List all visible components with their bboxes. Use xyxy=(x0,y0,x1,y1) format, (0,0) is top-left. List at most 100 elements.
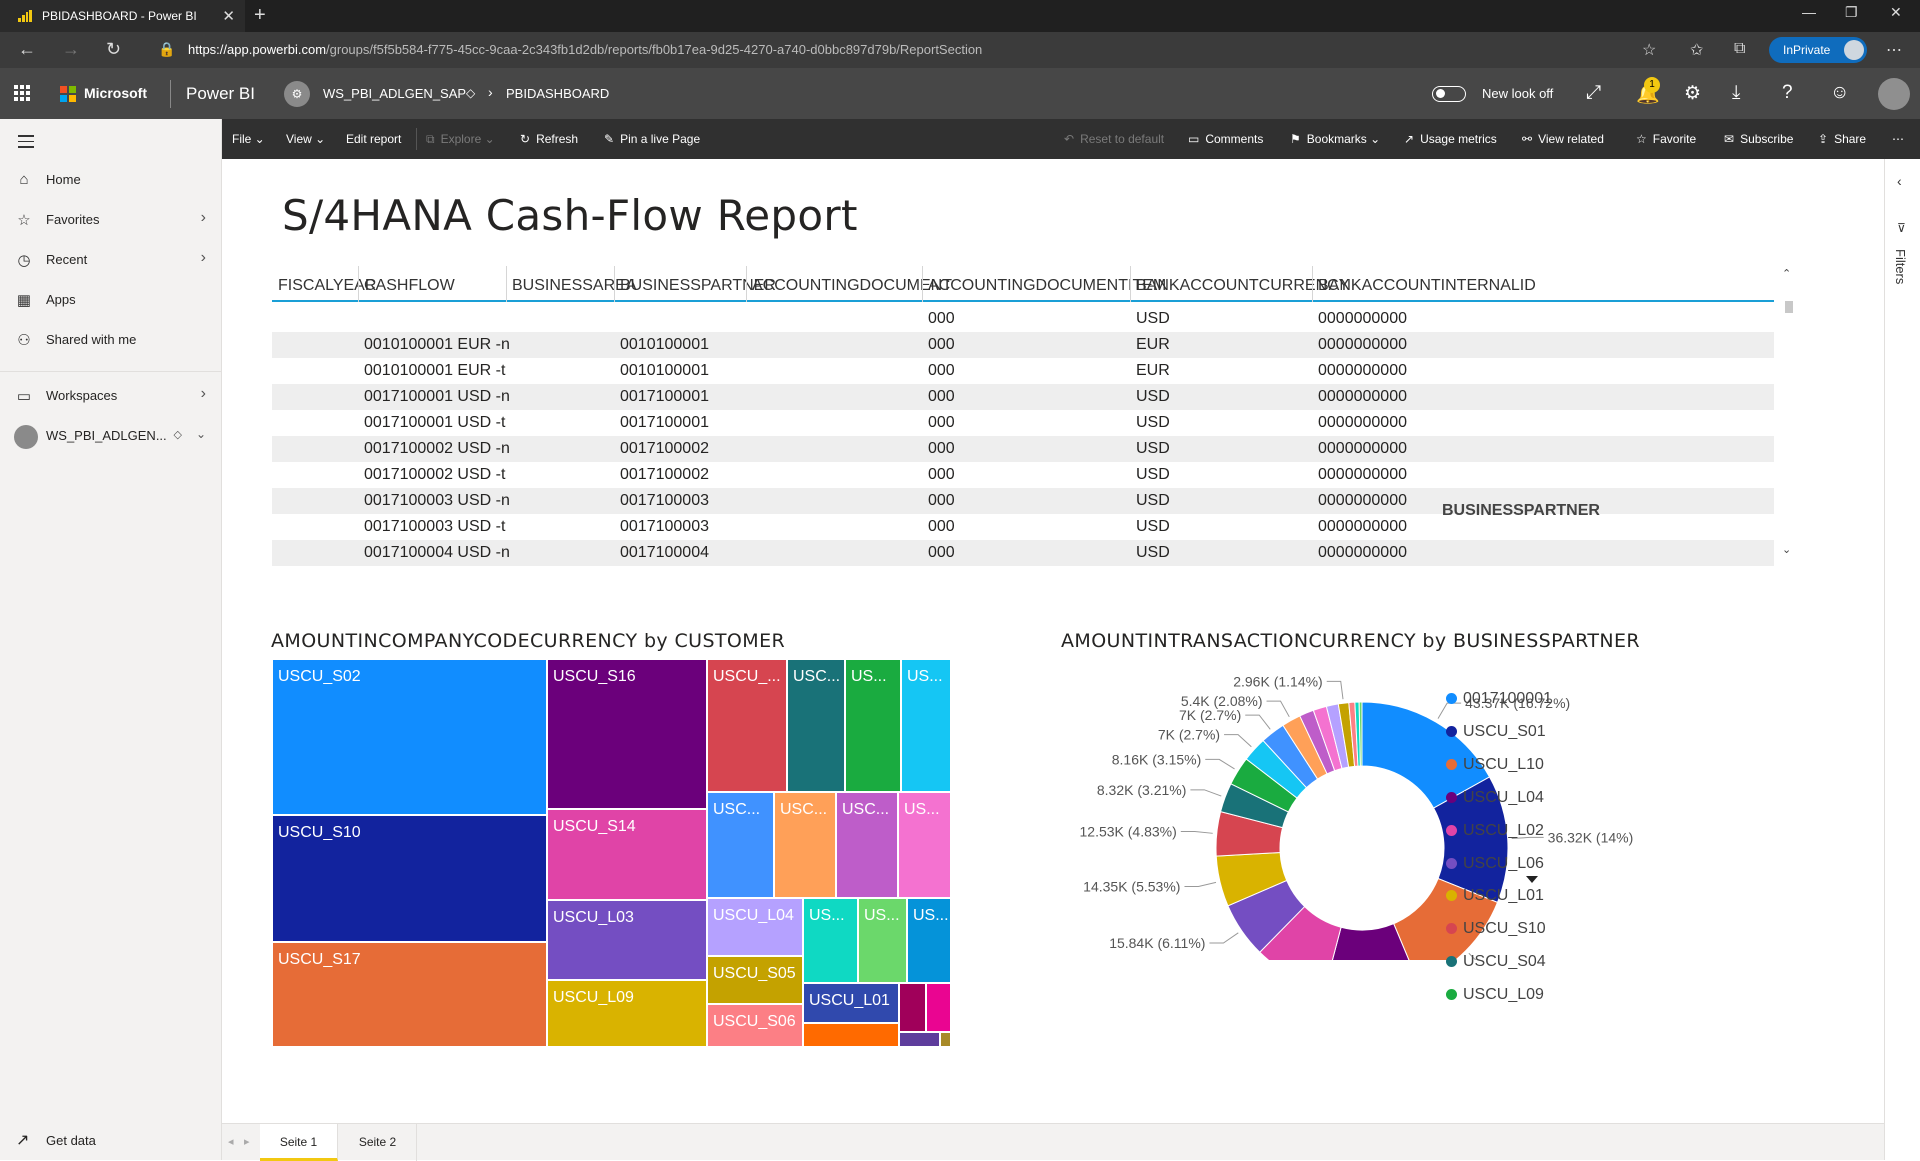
forward-icon[interactable]: → xyxy=(62,39,80,60)
table-row[interactable]: 0017100001 USD -t 0017100001 000 USD 0000000… xyxy=(272,410,1774,436)
filters-pane-collapsed[interactable]: ‹ ⊽ Filters xyxy=(1884,159,1920,1160)
treemap-tile[interactable] xyxy=(926,983,951,1032)
back-icon[interactable]: ← xyxy=(18,39,36,60)
nav-current-workspace[interactable]: WS_PBI_ADLGEN... ◇ ⌄ xyxy=(0,415,222,455)
subscribe-button[interactable]: ✉ Subscribe xyxy=(1724,132,1793,146)
treemap-tile[interactable]: USCU_L03 xyxy=(547,900,707,980)
edit-report-button[interactable]: Edit report xyxy=(346,132,401,146)
treemap-tile[interactable] xyxy=(940,1032,951,1047)
legend-item[interactable]: USCU_L10 xyxy=(1446,756,1544,774)
nav-home[interactable]: ⌂ Home xyxy=(0,159,222,199)
favorite-button[interactable]: ☆ Favorite xyxy=(1636,132,1696,146)
table-row[interactable]: 000 USD 0000000000 xyxy=(272,306,1774,332)
treemap-tile[interactable]: USCU_L04 xyxy=(707,898,803,956)
user-avatar[interactable] xyxy=(1878,78,1910,110)
inprivate-button[interactable]: InPrivate xyxy=(1769,37,1867,63)
treemap-tile[interactable]: USCU_L09 xyxy=(547,980,707,1047)
favorite-star-icon[interactable]: ☆ xyxy=(1642,40,1656,60)
legend-item[interactable]: 0017100001 xyxy=(1446,690,1552,708)
app-launcher-icon[interactable] xyxy=(14,85,30,101)
bookmarks-button[interactable]: ⚑ Bookmarks ⌄ xyxy=(1290,132,1380,146)
nav-apps[interactable]: ▦ Apps xyxy=(0,279,222,319)
legend-more-icon[interactable] xyxy=(1526,876,1538,883)
page-tab-seite-1[interactable]: Seite 1 xyxy=(260,1124,338,1161)
hamburger-icon[interactable] xyxy=(18,135,34,152)
file-menu[interactable]: File ⌄ xyxy=(232,132,265,146)
table-scrollbar[interactable]: ⌃ ⌄ xyxy=(1782,267,1796,567)
workspace-breadcrumb[interactable]: WS_PBI_ADLGEN_SAP xyxy=(323,86,466,101)
prev-page-icon[interactable]: ◂ xyxy=(228,1135,234,1148)
nav-get-data[interactable]: ↗ Get data xyxy=(0,1120,222,1160)
treemap-tile[interactable] xyxy=(899,1032,940,1047)
treemap-tile[interactable]: USCU_S17 xyxy=(272,942,547,1047)
treemap-tile[interactable]: USCU_S10 xyxy=(272,815,547,942)
treemap-tile[interactable] xyxy=(899,983,926,1032)
view-related-button[interactable]: ⚯ View related xyxy=(1522,132,1604,146)
treemap-tile[interactable]: USCU_S05 xyxy=(707,956,803,1004)
scroll-up-icon[interactable]: ⌃ xyxy=(1782,267,1791,280)
nav-shared[interactable]: ⚇ Shared with me xyxy=(0,319,222,359)
column-header[interactable]: CASHFLOW xyxy=(364,277,455,295)
restore-icon[interactable]: ❐ xyxy=(1845,4,1858,21)
treemap-tile[interactable]: USCU_L01 xyxy=(803,983,899,1023)
share-button[interactable]: ⇪ Share xyxy=(1818,132,1866,146)
legend-item[interactable]: USCU_L04 xyxy=(1446,789,1544,807)
browser-tab[interactable]: PBIDASHBOARD - Power BI ✕ xyxy=(0,0,245,32)
close-tab-icon[interactable]: ✕ xyxy=(222,7,235,25)
minimize-icon[interactable]: — xyxy=(1802,4,1816,20)
pin-live-page-button[interactable]: ✎ Pin a live Page xyxy=(604,132,700,146)
collections-icon[interactable]: ⧉ xyxy=(1734,40,1745,58)
close-window-icon[interactable]: ✕ xyxy=(1890,4,1902,21)
new-tab-icon[interactable]: + xyxy=(254,4,266,27)
table-row[interactable]: 0010100001 EUR -n 0010100001 000 EUR 0000000… xyxy=(272,332,1774,358)
view-menu[interactable]: View ⌄ xyxy=(286,132,325,146)
reload-icon[interactable]: ↻ xyxy=(106,39,121,60)
microsoft-brand[interactable]: Microsoft xyxy=(84,85,147,101)
next-page-icon[interactable]: ▸ xyxy=(244,1135,250,1148)
report-breadcrumb[interactable]: PBIDASHBOARD xyxy=(506,86,609,101)
nav-workspaces[interactable]: ▭ Workspaces › xyxy=(0,375,222,415)
more-icon[interactable]: ⋯ xyxy=(1886,40,1902,60)
refresh-button[interactable]: ↻ Refresh xyxy=(520,132,578,146)
legend-item[interactable]: USCU_S04 xyxy=(1446,953,1546,971)
expand-pane-icon[interactable]: ‹ xyxy=(1897,173,1902,189)
reset-default-button[interactable]: ↶ Reset to default xyxy=(1064,132,1164,146)
column-header[interactable]: FISCALYEAR xyxy=(278,277,376,295)
nav-recent[interactable]: ◷ Recent › xyxy=(0,239,222,279)
table-row[interactable]: 0017100001 USD -n 0017100001 000 USD 0000000… xyxy=(272,384,1774,410)
page-tab-seite-2[interactable]: Seite 2 xyxy=(339,1124,417,1161)
treemap-tile[interactable]: USCU_S16 xyxy=(547,659,707,809)
table-row[interactable]: 0017100002 USD -n 0017100002 000 USD 0000000… xyxy=(272,436,1774,462)
comments-button[interactable]: ▭ Comments xyxy=(1188,132,1263,146)
legend-item[interactable]: USCU_L09 xyxy=(1446,986,1544,1004)
treemap-tile[interactable]: USC... xyxy=(707,792,774,898)
favorites-bar-icon[interactable]: ✩ xyxy=(1690,40,1703,60)
column-header[interactable]: BANKACCOUNTINTERNALID xyxy=(1318,277,1536,295)
more-options-icon[interactable]: ⋯ xyxy=(1892,132,1904,146)
product-name[interactable]: Power BI xyxy=(186,84,255,104)
legend-item[interactable]: USCU_L02 xyxy=(1446,822,1544,840)
treemap-tile[interactable]: USCU_S14 xyxy=(547,809,707,900)
treemap-tile[interactable]: USCU_S06 xyxy=(707,1004,803,1047)
feedback-icon[interactable]: ☺ xyxy=(1830,82,1849,104)
treemap-tile[interactable] xyxy=(803,1023,899,1047)
legend-item[interactable]: USCU_S10 xyxy=(1446,920,1546,938)
scrollbar-thumb[interactable] xyxy=(1785,301,1793,313)
table-row[interactable]: 0010100001 EUR -t 0010100001 000 EUR 0000000… xyxy=(272,358,1774,384)
usage-metrics-button[interactable]: ↗ Usage metrics xyxy=(1404,132,1497,146)
column-header[interactable]: BUSINESSAREA xyxy=(512,277,636,295)
scroll-down-icon[interactable]: ⌄ xyxy=(1782,543,1791,556)
help-icon[interactable]: ? xyxy=(1782,82,1793,104)
legend-item[interactable]: USCU_S01 xyxy=(1446,723,1546,741)
settings-icon[interactable]: ⚙ xyxy=(1684,82,1701,105)
nav-favorites[interactable]: ☆ Favorites › xyxy=(0,199,222,239)
donut-chart[interactable]: 43.37K (16.72%)36.32K (14%)32.34K (12.47… xyxy=(818,480,1688,960)
legend-item[interactable]: USCU_L06 xyxy=(1446,855,1544,873)
fullscreen-icon[interactable]: ⤢ xyxy=(1586,82,1601,104)
new-look-toggle[interactable] xyxy=(1432,86,1466,102)
chevron-down-icon[interactable]: ⌄ xyxy=(196,427,206,441)
treemap-tile[interactable]: USCU_... xyxy=(707,659,787,792)
legend-item[interactable]: USCU_L01 xyxy=(1446,887,1544,905)
url-field[interactable]: https://app.powerbi.com/groups/f5f5b584-… xyxy=(188,42,982,57)
download-icon[interactable]: ⤓ xyxy=(1732,82,1740,104)
